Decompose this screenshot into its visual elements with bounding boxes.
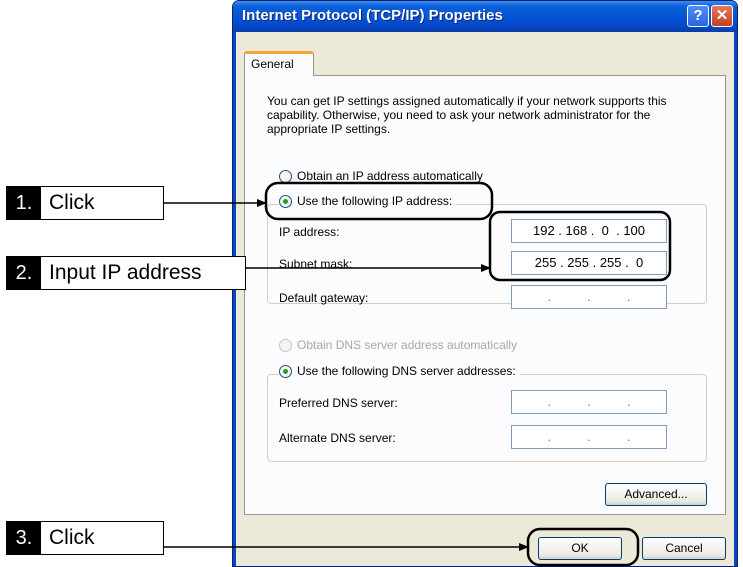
highlight-ring-ip-radio bbox=[264, 181, 494, 221]
tab-general[interactable]: General bbox=[244, 51, 314, 76]
annotation-overlay bbox=[164, 181, 672, 567]
highlight-ring-ok-button bbox=[526, 527, 640, 567]
highlight-ring-ip-fields bbox=[488, 210, 672, 282]
